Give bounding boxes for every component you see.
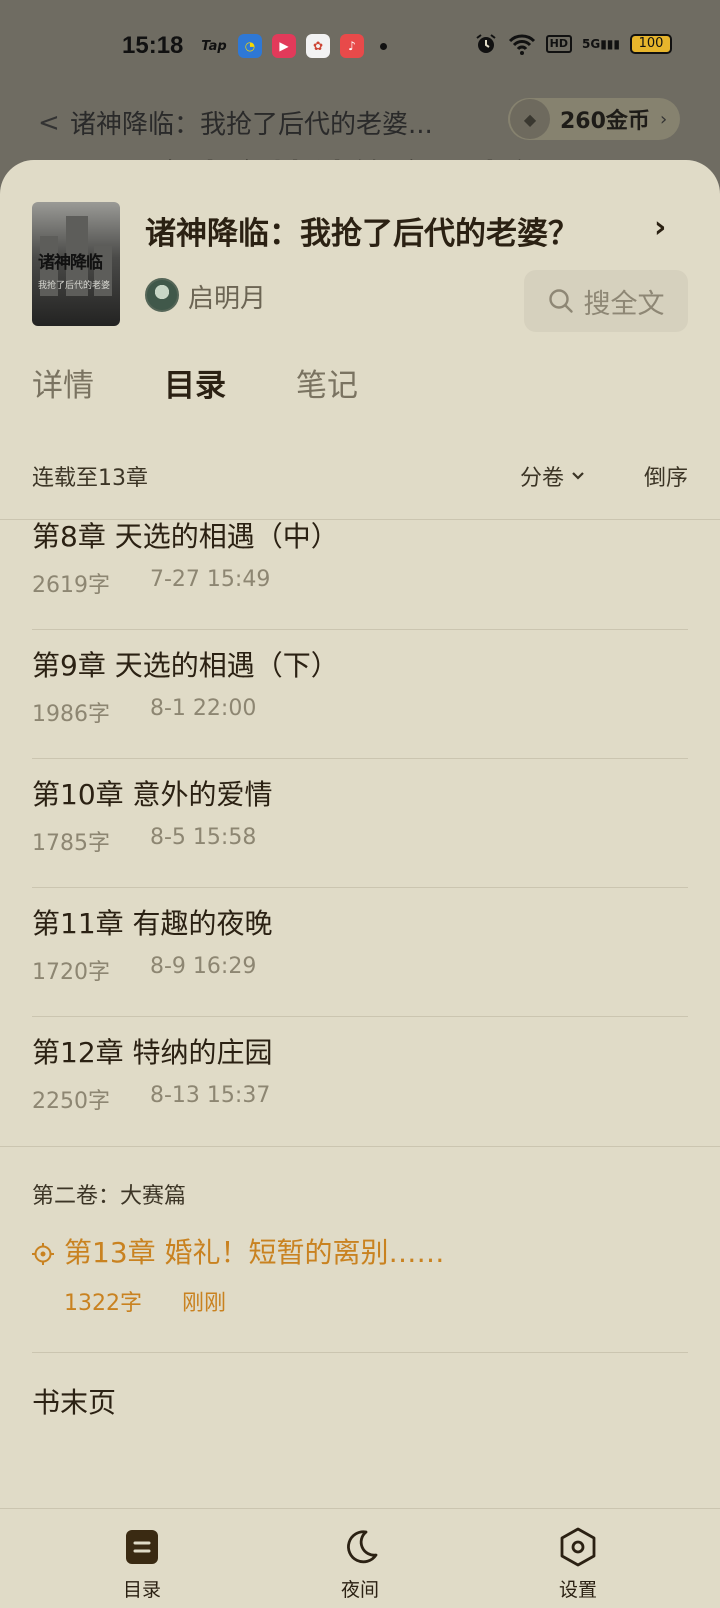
hd-icon: HD bbox=[545, 35, 572, 53]
chapter-word-count: 2619字 bbox=[32, 573, 110, 598]
reverse-order-button[interactable]: 倒序 bbox=[644, 460, 688, 492]
search-label: 搜全文 bbox=[583, 288, 665, 320]
chapter-date: 8-9 16:29 bbox=[150, 954, 257, 979]
toc-icon bbox=[126, 1530, 158, 1564]
back-icon[interactable]: < bbox=[38, 108, 60, 138]
chapter-word-count: 2250字 bbox=[32, 1089, 110, 1114]
author-avatar bbox=[145, 278, 179, 312]
chevron-right-icon: › bbox=[659, 108, 668, 130]
book-title[interactable]: 诸神降临：我抢了后代的老婆？ bbox=[145, 208, 579, 253]
coin-balance: 260金币 bbox=[560, 109, 650, 134]
book-end-page[interactable]: 书末页 bbox=[32, 1381, 116, 1421]
video-app-icon: ▶ bbox=[272, 34, 296, 58]
volume-title: 第二卷：大赛篇 bbox=[32, 1184, 187, 1209]
tap-app-icon: Tap bbox=[201, 38, 227, 54]
chapter-title: 第13章 婚礼！短暂的离别…… bbox=[64, 1236, 445, 1269]
moon-icon bbox=[347, 1530, 378, 1564]
search-full-text-button[interactable]: 搜全文 bbox=[524, 270, 688, 332]
chapter-title: 第9章 天选的相遇（下） bbox=[32, 649, 339, 682]
volume-divider bbox=[0, 1146, 720, 1147]
chapter-word-count: 1986字 bbox=[32, 702, 110, 727]
notification-icons: Tap ◔ ▶ ✿ ♪ bbox=[200, 34, 387, 58]
book-cover[interactable]: 诸神降临 我抢了后代的老婆 bbox=[32, 202, 120, 326]
nav-label: 设置 bbox=[558, 1579, 597, 1601]
author-name[interactable]: 启明月 bbox=[188, 278, 266, 315]
cover-subtitle: 我抢了后代的老婆 bbox=[38, 281, 111, 291]
reader-title: 诸神降临：我抢了后代的老婆... bbox=[70, 110, 433, 140]
chapter-title: 第12章 特纳的庄园 bbox=[32, 1036, 273, 1069]
chapter-word-count: 1720字 bbox=[32, 960, 110, 985]
search-icon bbox=[548, 289, 573, 313]
chapter-title: 第8章 天选的相遇（中） bbox=[32, 521, 339, 553]
tab-catalog[interactable]: 目录 bbox=[164, 360, 226, 405]
chapter-date: 刚刚 bbox=[182, 1291, 227, 1316]
volume-toggle-button[interactable]: 分卷 bbox=[520, 460, 586, 492]
catalog-sheet: 诸神降临 我抢了后代的老婆 诸神降临：我抢了后代的老婆？ › 启明月 搜全文 详… bbox=[0, 160, 720, 1608]
catalog-header: 连载至13章 分卷 倒序 bbox=[0, 450, 720, 520]
status-time: 15:18 bbox=[122, 32, 184, 59]
music-app-icon: ♪ bbox=[340, 34, 364, 58]
chapter-date: 7-27 15:49 bbox=[150, 567, 271, 592]
chapter-date: 8-5 15:58 bbox=[150, 825, 257, 850]
settings-hexagon-icon bbox=[560, 1527, 596, 1567]
tab-details[interactable]: 详情 bbox=[32, 360, 94, 405]
chapter-item[interactable]: 第11章 有趣的夜晚 1720字 8-9 16:29 bbox=[32, 888, 688, 1017]
chevron-right-icon[interactable]: › bbox=[654, 210, 666, 245]
chevron-down-icon bbox=[572, 472, 584, 480]
current-location-icon bbox=[32, 1243, 54, 1265]
current-chapter-item[interactable]: 第13章 婚礼！短暂的离别…… 1322字 刚刚 bbox=[32, 1223, 688, 1353]
wifi-icon bbox=[508, 34, 535, 55]
chapter-item[interactable]: 第12章 特纳的庄园 2250字 8-13 15:37 bbox=[32, 1017, 688, 1146]
status-bar: 15:18 Tap ◔ ▶ ✿ ♪ HD 5G▮▮▮ 100 bbox=[0, 0, 720, 96]
bottom-nav: 目录 夜间 设置 bbox=[0, 1508, 720, 1608]
serial-status: 连载至13章 bbox=[32, 466, 148, 491]
qq-app-icon: ◔ bbox=[238, 34, 262, 58]
tab-bar: 详情 目录 笔记 bbox=[0, 350, 720, 430]
chapter-list: 第8章 天选的相遇（中） 2619字 7-27 15:49 第9章 天选的相遇（… bbox=[0, 521, 720, 1521]
signal-icon: 5G▮▮▮ bbox=[581, 37, 620, 51]
book-header: 诸神降临 我抢了后代的老婆 诸神降临：我抢了后代的老婆？ › 启明月 搜全文 bbox=[0, 160, 720, 340]
chapter-item[interactable]: 第9章 天选的相遇（下） 1986字 8-1 22:00 bbox=[32, 630, 688, 759]
nav-catalog-button[interactable]: 目录 bbox=[82, 1527, 202, 1602]
more-notifications-icon bbox=[380, 42, 387, 50]
nav-label: 夜间 bbox=[340, 1579, 379, 1601]
chapter-title: 第11章 有趣的夜晚 bbox=[32, 907, 273, 940]
tab-notes[interactable]: 笔记 bbox=[296, 360, 358, 405]
signal-label: 5G bbox=[581, 37, 601, 51]
battery-icon: 100 bbox=[630, 34, 672, 54]
chapter-date: 8-1 22:00 bbox=[150, 696, 257, 721]
nav-settings-button[interactable]: 设置 bbox=[518, 1527, 638, 1602]
nav-label: 目录 bbox=[122, 1579, 161, 1601]
chapter-word-count: 1785字 bbox=[32, 831, 110, 856]
gallery-app-icon: ✿ bbox=[306, 34, 330, 58]
coin-balance-button[interactable]: ◆ 260金币 › bbox=[508, 98, 680, 140]
nav-night-mode-button[interactable]: 夜间 bbox=[300, 1527, 420, 1602]
chapter-item[interactable]: 第8章 天选的相遇（中） 2619字 7-27 15:49 bbox=[32, 521, 688, 630]
alarm-icon bbox=[476, 34, 496, 53]
volume-toggle-label: 分卷 bbox=[520, 466, 565, 491]
chapter-title: 第10章 意外的爱情 bbox=[32, 778, 273, 811]
chapter-date: 8-13 15:37 bbox=[150, 1083, 271, 1108]
chapter-item[interactable]: 第10章 意外的爱情 1785字 8-5 15:58 bbox=[32, 759, 688, 888]
cover-title: 诸神降临 bbox=[38, 253, 103, 273]
coin-icon: ◆ bbox=[510, 99, 550, 139]
system-icons: HD 5G▮▮▮ 100 bbox=[474, 32, 672, 56]
chapter-word-count: 1322字 bbox=[64, 1291, 142, 1316]
